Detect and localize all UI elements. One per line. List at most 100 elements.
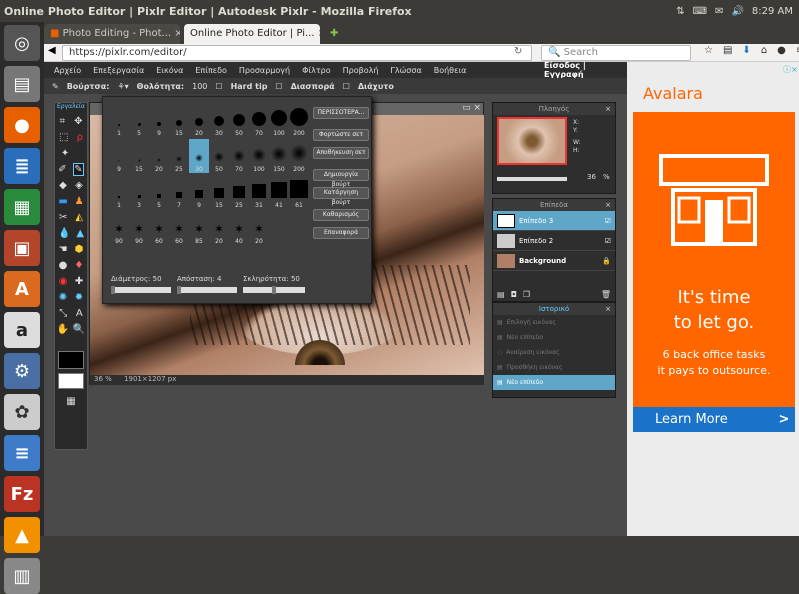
vlc-icon[interactable]: ▲ (4, 517, 40, 553)
tab-photo-editing[interactable]: ■ Photo Editing - Phot... × (44, 24, 180, 44)
brush-preset[interactable]: 20 (189, 103, 209, 137)
brush-preset[interactable]: 1 (109, 103, 129, 137)
hand-tool-icon[interactable]: ✋ (57, 324, 69, 335)
marquee-tool-icon[interactable]: ⬚ (59, 132, 68, 143)
grid-icon[interactable]: ▦ (66, 396, 75, 407)
spot-heal-tool-icon[interactable]: ✚ (75, 276, 83, 287)
scatter-checkbox[interactable]: ☐ (275, 82, 282, 91)
move-tool-icon[interactable]: ✥ (74, 116, 82, 127)
brush-preset[interactable]: 9 (149, 103, 169, 137)
history-item[interactable]: ▤ Προσθήκη εικόνας (493, 360, 615, 375)
spacing-value[interactable]: 4 (217, 275, 221, 283)
redeye-tool-icon[interactable]: ◉ (59, 276, 68, 287)
brush-preset[interactable]: 70 (229, 139, 249, 173)
menu-layer[interactable]: Επίπεδο (195, 66, 227, 75)
smudge-tool-icon[interactable]: ☚ (59, 244, 68, 255)
menu-help[interactable]: Βοήθεια (434, 66, 467, 75)
delete-brush-button[interactable]: Κατάργηση βούρτ (313, 187, 369, 206)
brush-preset[interactable]: ✶ 90 (129, 211, 149, 245)
menu-edit[interactable]: Επεξεργασία (93, 66, 144, 75)
brush-picker-button[interactable]: ⚘▾ (117, 82, 128, 91)
download-icon[interactable]: ⬇ (742, 45, 750, 56)
brush-preset[interactable]: 30 (209, 103, 229, 137)
menu-language[interactable]: Γλώσσα (390, 66, 421, 75)
zoom-tool-icon[interactable]: 🔍 (73, 324, 85, 335)
brush-preset[interactable]: 15 (129, 139, 149, 173)
menu-adjust[interactable]: Προσαρμογή (239, 66, 290, 75)
create-brush-button[interactable]: Δημιουργία βούρτ (313, 169, 369, 188)
document-icon[interactable]: ≡ (4, 435, 40, 471)
layer-row[interactable]: Background 🔒 (493, 251, 615, 271)
layer-mask-icon[interactable]: ◘ (511, 290, 517, 299)
back-icon[interactable]: ◀ (48, 45, 56, 56)
navigator-preview[interactable] (497, 117, 567, 165)
menu-file[interactable]: Αρχείο (54, 66, 81, 75)
learn-more-button[interactable]: Learn More > (633, 407, 795, 432)
brush-preset[interactable]: 200 (289, 103, 309, 137)
brush-preset[interactable]: 15 (169, 103, 189, 137)
close-tab-icon[interactable]: × (174, 28, 180, 39)
brush-preset[interactable]: 7 (169, 175, 189, 209)
reset-button[interactable]: Επαναφορά (313, 227, 369, 239)
brush-preset[interactable]: ✶ 90 (109, 211, 129, 245)
clear-button[interactable]: Καθαρισμός (313, 209, 369, 221)
background-color-swatch[interactable] (58, 373, 84, 389)
brush-preset[interactable]: 9 (189, 175, 209, 209)
burn-tool-icon[interactable]: ♦ (74, 260, 83, 271)
bucket-tool-icon[interactable]: ◈ (75, 180, 83, 191)
brush-preset[interactable]: 200 (289, 139, 309, 173)
calc-icon[interactable]: ▦ (4, 189, 40, 225)
wand-tool-icon[interactable]: ✦ (61, 148, 69, 159)
brush-preset[interactable]: 9 (109, 139, 129, 173)
brush-preset[interactable]: 3 (129, 175, 149, 209)
layer-row[interactable]: Επίπεδο 2 ☑ (493, 231, 615, 251)
dash-icon[interactable]: ◎ (4, 25, 40, 61)
hardness-value[interactable]: 50 (291, 275, 300, 283)
adchoices-icon[interactable]: ⓘ× (783, 64, 798, 74)
navigator-zoom[interactable]: 36 (587, 173, 596, 181)
brush-preset[interactable]: 30 (189, 139, 209, 173)
menu-view[interactable]: Προβολή (343, 66, 379, 75)
lasso-tool-icon[interactable]: ρ (77, 132, 83, 143)
writer-icon[interactable]: ≣ (4, 148, 40, 184)
search-input[interactable]: 🔍 Search (541, 45, 691, 61)
brush-preset[interactable]: ✶ 60 (149, 211, 169, 245)
foreground-color-swatch[interactable] (58, 351, 84, 369)
type-tool-icon[interactable]: A (76, 308, 83, 319)
stamp-tool-icon[interactable]: ♟ (75, 196, 84, 207)
crop-tool-icon[interactable]: ⌗ (59, 116, 65, 127)
spacing-knob[interactable] (176, 286, 181, 294)
brush-preset[interactable]: 61 (289, 175, 309, 209)
menu-image[interactable]: Εικόνα (156, 66, 183, 75)
volume-icon[interactable]: 🔊 (731, 6, 743, 17)
mail-icon[interactable]: ✉ (715, 6, 723, 17)
brush-preset[interactable]: 50 (229, 103, 249, 137)
layer-row[interactable]: Επίπεδο 3 ☑ (493, 211, 615, 231)
colorreplace-tool-icon[interactable]: ✂ (59, 212, 67, 223)
bloat-tool-icon[interactable]: ✺ (59, 292, 67, 303)
brush-preset[interactable]: 150 (269, 139, 289, 173)
brush-preset[interactable]: 20 (149, 139, 169, 173)
brush-preset[interactable]: 15 (209, 175, 229, 209)
hardtip-checkbox[interactable]: ☐ (215, 82, 222, 91)
brush-preset[interactable]: ✶ 85 (189, 211, 209, 245)
sharpen-tool-icon[interactable]: ▲ (76, 228, 84, 239)
brush-preset[interactable]: 100 (249, 139, 269, 173)
clock[interactable]: 8:29 AM (752, 6, 793, 17)
layer-visible-checkbox[interactable]: ☑ (605, 217, 611, 225)
close-layers-icon[interactable]: × (605, 199, 611, 211)
diameter-value[interactable]: 50 (153, 275, 162, 283)
brush-preset[interactable]: ✶ 20 (209, 211, 229, 245)
url-bar[interactable]: https://pixlr.com/editor/ (62, 45, 532, 61)
pencil-tool-icon[interactable]: ✐ (58, 164, 66, 175)
history-item[interactable]: ◌ Αναίρεση εικόνας (493, 345, 615, 360)
diameter-knob[interactable] (110, 286, 115, 294)
close-navigator-icon[interactable]: × (605, 103, 611, 115)
drawing-tool-icon[interactable]: ◭ (75, 212, 83, 223)
brush-preset[interactable]: 1 (109, 175, 129, 209)
sponge-tool-icon[interactable]: ⬢ (75, 244, 84, 255)
close-tab-icon[interactable]: × (318, 28, 320, 39)
save-set-button[interactable]: Αποθήκευση σετ (313, 147, 369, 159)
hardness-knob[interactable] (272, 286, 276, 294)
history-item[interactable]: ▤ Νέο επίπεδο (493, 330, 615, 345)
